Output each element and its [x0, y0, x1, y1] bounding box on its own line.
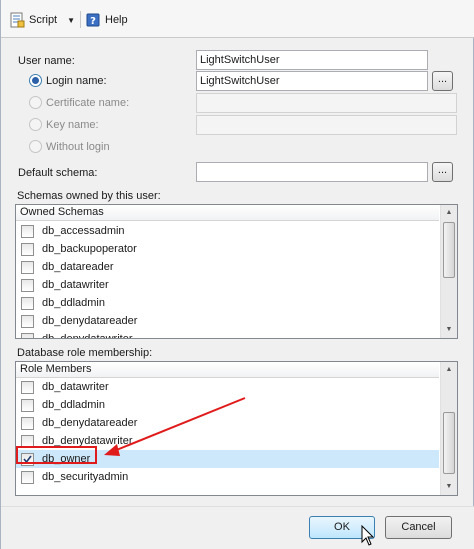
checkbox[interactable] [21, 470, 34, 484]
certificate-name-field[interactable] [196, 93, 457, 113]
checkbox[interactable] [21, 314, 34, 328]
scroll-down-icon[interactable]: ▼ [441, 322, 457, 338]
user-name-label: User name: [18, 55, 75, 67]
default-schema-field[interactable] [196, 162, 428, 182]
login-properties-window: Script ▼ ? Help User name: LightSwitchUs… [0, 0, 474, 549]
login-browse-button[interactable]: ... [432, 71, 453, 91]
list-item-label: db_backupoperator [42, 243, 137, 255]
owned-schemas-list: Owned Schemas db_accessadmin db_backupope… [15, 204, 458, 339]
login-name-label: Login name: [46, 75, 107, 87]
schemas-scrollbar[interactable]: ▲ ▼ [440, 205, 457, 338]
script-label: Script [29, 14, 58, 26]
without-login-radio[interactable] [29, 140, 42, 153]
scrollbar-thumb[interactable] [443, 222, 455, 278]
cancel-button[interactable]: Cancel [385, 516, 452, 539]
key-name-radio[interactable] [29, 118, 42, 131]
script-icon [10, 12, 25, 28]
checkbox[interactable] [21, 278, 34, 292]
login-name-field[interactable]: LightSwitchUser [196, 71, 428, 91]
user-name-field[interactable]: LightSwitchUser [196, 50, 428, 70]
svg-text:?: ? [90, 16, 96, 27]
role-members-header[interactable]: Role Members [16, 362, 439, 378]
checkbox[interactable] [21, 242, 34, 256]
list-item[interactable]: db_datawriter [16, 378, 439, 396]
checkbox[interactable] [21, 296, 34, 310]
list-item-label: db_denydatareader [42, 315, 138, 327]
list-item-label: db_ddladmin [42, 399, 105, 411]
owned-schemas-header[interactable]: Owned Schemas [16, 205, 439, 221]
scroll-up-icon[interactable]: ▲ [441, 362, 457, 378]
mouse-cursor-icon [361, 525, 375, 546]
checkbox[interactable] [21, 416, 34, 430]
list-item[interactable]: db_denydatareader [16, 414, 439, 432]
list-item-label: db_datareader [42, 261, 114, 273]
list-item[interactable]: db_accessadmin [16, 222, 439, 240]
checkbox[interactable] [21, 398, 34, 412]
key-name-label: Key name: [46, 119, 99, 131]
list-item[interactable]: db_ddladmin [16, 294, 439, 312]
checkbox[interactable] [21, 260, 34, 274]
list-item[interactable]: db_denydatareader [16, 312, 439, 330]
login-name-radio[interactable] [29, 74, 42, 87]
list-item[interactable]: db_datawriter [16, 276, 439, 294]
list-item[interactable]: db_backupoperator [16, 240, 439, 258]
certificate-name-label: Certificate name: [46, 97, 130, 109]
list-item[interactable]: db_denydatawriter [16, 330, 439, 339]
list-item-label: db_denydatareader [42, 417, 138, 429]
highlight-box [16, 446, 97, 464]
role-members-list: Role Members db_datawriter db_ddladmin db_… [15, 361, 458, 496]
list-item[interactable]: db_ddladmin [16, 396, 439, 414]
help-label: Help [105, 14, 128, 26]
checkbox[interactable] [21, 332, 34, 338]
role-membership-label: Database role membership: [17, 347, 153, 359]
list-item-label: db_datawriter [42, 279, 109, 291]
scrollbar-thumb[interactable] [443, 412, 455, 474]
help-icon: ? [86, 13, 100, 27]
list-item-label: db_accessadmin [42, 225, 125, 237]
scroll-up-icon[interactable]: ▲ [441, 205, 457, 221]
dialog-footer: OK Cancel [1, 506, 474, 549]
toolbar-separator [80, 11, 81, 28]
list-item[interactable]: db_securityadmin [16, 468, 439, 486]
roles-scrollbar[interactable]: ▲ ▼ [440, 362, 457, 495]
scroll-down-icon[interactable]: ▼ [441, 479, 457, 495]
list-item-label: db_ddladmin [42, 297, 105, 309]
schema-browse-button[interactable]: ... [432, 162, 453, 182]
certificate-name-radio[interactable] [29, 96, 42, 109]
list-item[interactable]: db_datareader [16, 258, 439, 276]
chevron-down-icon[interactable]: ▼ [67, 16, 75, 25]
checkbox[interactable] [21, 380, 34, 394]
key-name-field[interactable] [196, 115, 457, 135]
without-login-label: Without login [46, 141, 110, 153]
list-item-label: db_securityadmin [42, 471, 129, 483]
list-item-label: db_denydatawriter [42, 333, 133, 339]
list-item-label: db_datawriter [42, 381, 109, 393]
script-button[interactable]: Script ▼ [9, 9, 75, 31]
schemas-owned-label: Schemas owned by this user: [17, 190, 161, 202]
checkbox[interactable] [21, 224, 34, 238]
default-schema-label: Default schema: [18, 167, 98, 179]
help-button[interactable]: ? Help [85, 9, 128, 31]
toolbar: Script ▼ ? Help [1, 0, 474, 38]
